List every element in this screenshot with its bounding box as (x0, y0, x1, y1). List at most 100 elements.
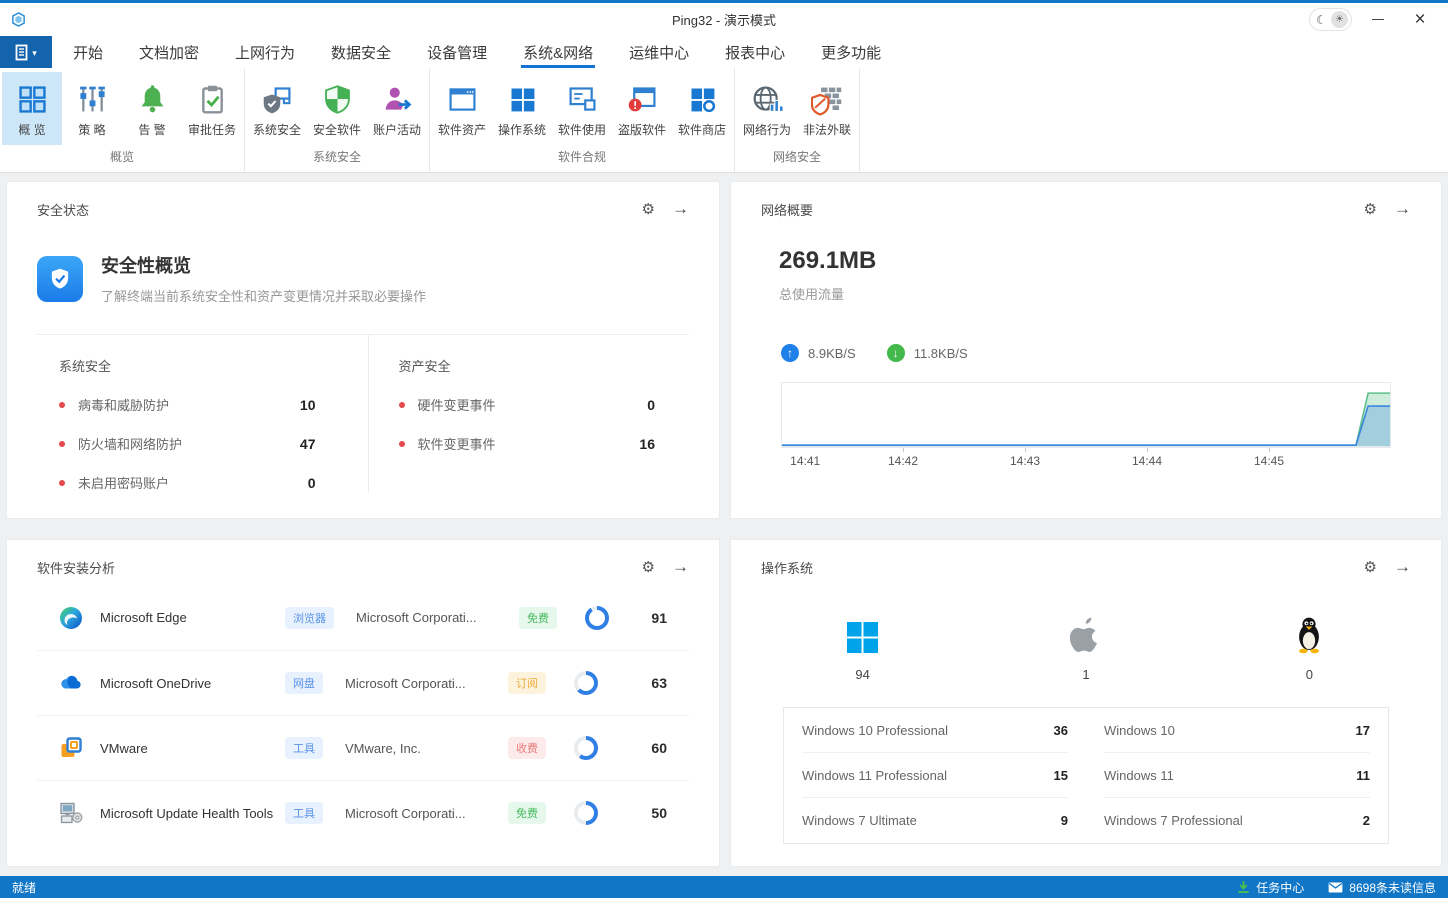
tab-web-behavior[interactable]: 上网行为 (220, 36, 310, 68)
network-traffic-chart[interactable] (781, 382, 1391, 448)
gear-icon[interactable]: ⚙ (642, 200, 655, 218)
table-row[interactable]: Windows 10 17 (1104, 708, 1370, 753)
ribbon-button-illegal-outreach[interactable]: 非法外联 (797, 72, 857, 145)
ribbon-button-label: 操作系统 (498, 121, 546, 138)
table-row[interactable]: Windows 7 Ultimate 9 (802, 798, 1068, 843)
download-arrow-icon (1237, 880, 1250, 894)
item-label: 硬件变更事件 (418, 395, 496, 414)
ribbon-button-software-assets[interactable]: 软件资产 (432, 72, 492, 145)
price-badge: 订阅 (508, 672, 546, 694)
list-item[interactable]: 软件变更事件 16 (399, 434, 656, 453)
chevron-down-icon: ▾ (32, 48, 37, 59)
list-item[interactable]: 硬件变更事件 0 (399, 395, 656, 414)
os-version-name: Windows 7 Professional (1104, 813, 1243, 828)
tab-system-network[interactable]: 系统&网络 (508, 36, 608, 68)
ribbon-group-overview: 概 览 策 略 告 警 审批任务 概览 (0, 68, 245, 172)
red-dot-icon (59, 441, 65, 447)
software-row[interactable]: Microsoft OneDrive 网盘 Microsoft Corporat… (37, 650, 689, 715)
panel-title: 网络概要 (761, 200, 813, 219)
os-stat-windows[interactable]: 94 (751, 614, 974, 682)
item-label: 防火墙和网络防护 (78, 434, 182, 453)
envelope-icon (1328, 882, 1343, 893)
software-vendor: Microsoft Corporati... (345, 676, 508, 691)
ribbon-button-operating-system[interactable]: 操作系统 (492, 72, 552, 145)
ribbon-group-system-security: 系统安全 安全软件 账户活动 系统安全 (245, 68, 430, 172)
gear-icon[interactable]: ⚙ (642, 558, 655, 576)
asset-security-column: 资产安全 硬件变更事件 0 软件变更事件 16 (368, 335, 690, 492)
moon-icon[interactable]: ☾ (1313, 13, 1330, 27)
arrow-right-icon[interactable]: → (672, 557, 689, 577)
os-stat-linux[interactable]: 0 (1198, 614, 1421, 682)
ribbon-group-label: 软件合规 (432, 145, 732, 172)
ribbon-button-label: 审批任务 (188, 121, 236, 138)
ribbon-button-security-software[interactable]: 安全软件 (307, 72, 367, 145)
gear-icon[interactable]: ⚙ (1364, 200, 1377, 218)
item-label: 未启用密码账户 (78, 473, 169, 492)
arrow-right-icon[interactable]: → (672, 199, 689, 219)
update-health-tools-icon (59, 801, 83, 825)
unread-messages-button[interactable]: 8698条未读信息 (1328, 879, 1436, 896)
vmware-icon (59, 736, 83, 760)
edge-icon (59, 606, 83, 630)
table-row[interactable]: Windows 11 11 (1104, 753, 1370, 798)
file-menu-icon (15, 44, 30, 61)
titlebar: Ping32 - 演示模式 ☾ ☀ × (0, 3, 1448, 36)
install-progress-ring (585, 606, 609, 630)
panel-title: 操作系统 (761, 558, 813, 577)
table-row[interactable]: Windows 10 Professional 36 (802, 708, 1068, 753)
arrow-right-icon[interactable]: → (1394, 557, 1411, 577)
minimize-button[interactable] (1362, 7, 1394, 33)
sun-icon[interactable]: ☀ (1331, 11, 1348, 28)
table-row[interactable]: Windows 7 Professional 2 (1104, 798, 1370, 843)
ribbon-button-overview[interactable]: 概 览 (2, 72, 62, 145)
tab-report-center[interactable]: 报表中心 (710, 36, 800, 68)
os-stat-apple[interactable]: 1 (974, 614, 1197, 682)
ribbon-button-system-security[interactable]: 系统安全 (247, 72, 307, 145)
os-version-count: 15 (1054, 768, 1068, 783)
tab-ops-center[interactable]: 运维中心 (614, 36, 704, 68)
os-count: 1 (1082, 667, 1089, 682)
ribbon-button-label: 盗版软件 (618, 121, 666, 138)
tab-doc-encryption[interactable]: 文档加密 (124, 36, 214, 68)
tab-device-management[interactable]: 设备管理 (412, 36, 502, 68)
os-version-count: 2 (1363, 813, 1370, 828)
window-warning-icon (626, 81, 659, 118)
ribbon-button-software-usage[interactable]: 软件使用 (552, 72, 612, 145)
install-count: 50 (635, 805, 667, 821)
system-security-column: 系统安全 病毒和威胁防护 10 防火墙和网络防护 47 未启用密码账户 (37, 335, 368, 492)
arrow-right-icon[interactable]: → (1394, 199, 1411, 219)
ribbon-button-software-store[interactable]: 软件商店 (672, 72, 732, 145)
network-chart-svg (782, 383, 1390, 447)
software-row[interactable]: VMware 工具 VMware, Inc. 收费 60 (37, 715, 689, 780)
list-item[interactable]: 防火墙和网络防护 47 (59, 434, 316, 453)
os-version-count: 11 (1356, 768, 1370, 783)
item-value: 10 (300, 397, 316, 413)
os-version-count: 36 (1054, 723, 1068, 738)
software-row[interactable]: Microsoft Edge 浏览器 Microsoft Corporati..… (37, 585, 689, 650)
tab-start[interactable]: 开始 (58, 36, 118, 68)
software-row[interactable]: Microsoft Update Health Tools 工具 Microso… (37, 780, 689, 845)
gear-icon[interactable]: ⚙ (1364, 558, 1377, 576)
total-traffic-value: 269.1MB (761, 247, 1411, 275)
security-shield-icon (37, 256, 83, 302)
ribbon-button-approval-tasks[interactable]: 审批任务 (182, 72, 242, 145)
tab-more-features[interactable]: 更多功能 (806, 36, 896, 68)
theme-toggle[interactable]: ☾ ☀ (1309, 8, 1352, 31)
list-item[interactable]: 未启用密码账户 0 (59, 473, 316, 492)
app-menu-button[interactable]: ▾ (0, 36, 52, 68)
os-count: 94 (855, 667, 869, 682)
table-row[interactable]: Windows 11 Professional 15 (802, 753, 1068, 798)
task-center-button[interactable]: 任务中心 (1237, 879, 1304, 896)
item-value: 0 (647, 397, 655, 413)
ribbon-button-policy[interactable]: 策 略 (62, 72, 122, 145)
os-version-table: Windows 10 Professional 36 Windows 10 17… (783, 707, 1389, 844)
tab-data-security[interactable]: 数据安全 (316, 36, 406, 68)
close-button[interactable]: × (1404, 7, 1436, 33)
list-item[interactable]: 病毒和威胁防护 10 (59, 395, 316, 414)
ribbon-button-alerts[interactable]: 告 警 (122, 72, 182, 145)
software-vendor: Microsoft Corporati... (356, 610, 519, 625)
main-tab-bar: ▾ 开始 文档加密 上网行为 数据安全 设备管理 系统&网络 运维中心 报表中心… (0, 36, 1448, 68)
ribbon-button-network-behavior[interactable]: 网络行为 (737, 72, 797, 145)
ribbon-button-pirated-software[interactable]: 盗版软件 (612, 72, 672, 145)
ribbon-button-account-activity[interactable]: 账户活动 (367, 72, 427, 145)
